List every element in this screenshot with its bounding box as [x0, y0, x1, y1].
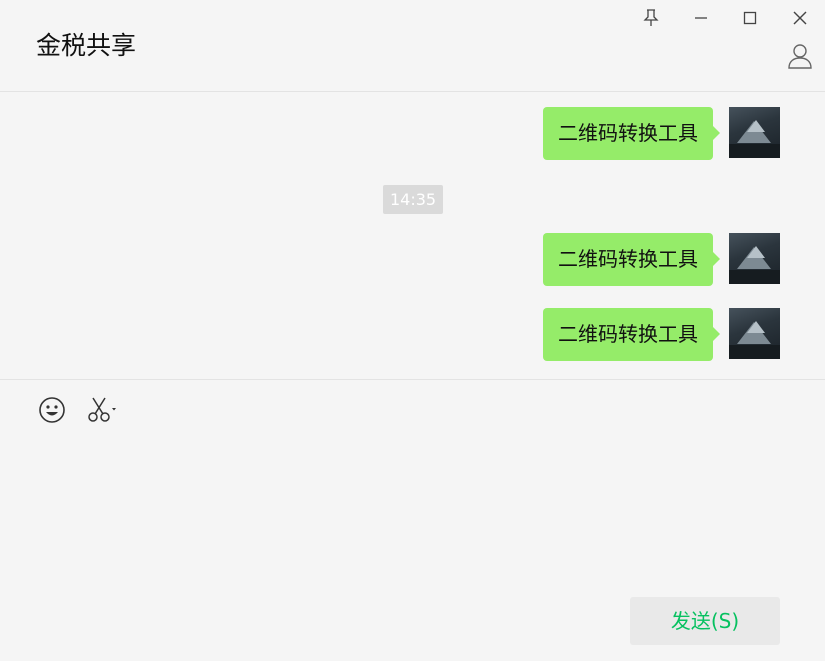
- pin-button[interactable]: [634, 4, 668, 32]
- maximize-button[interactable]: [733, 4, 767, 32]
- message-timestamp: 14:35: [383, 185, 444, 214]
- chat-header: 金税共享: [0, 0, 825, 92]
- emoji-icon: [38, 396, 66, 428]
- message-row: 二维码转换工具: [543, 308, 780, 361]
- avatar[interactable]: [729, 107, 780, 158]
- emoji-button[interactable]: [38, 396, 66, 428]
- input-toolbar: [0, 379, 825, 423]
- message-row: 二维码转换工具: [543, 233, 780, 286]
- close-button[interactable]: [783, 4, 817, 32]
- minimize-button[interactable]: [684, 4, 718, 32]
- pin-icon: [643, 9, 659, 27]
- screenshot-button[interactable]: [87, 396, 119, 428]
- message-row: 二维码转换工具: [543, 107, 780, 160]
- message-bubble[interactable]: 二维码转换工具: [543, 107, 720, 160]
- profile-icon: [786, 42, 814, 74]
- profile-button[interactable]: [784, 42, 816, 74]
- avatar[interactable]: [729, 308, 780, 359]
- message-input[interactable]: [0, 440, 825, 590]
- message-bubble[interactable]: 二维码转换工具: [543, 233, 720, 286]
- chat-window: 金税共享 二维码转换工具 14:35 二维码转换工具 二维码转换工具 发送(S): [0, 0, 825, 661]
- avatar[interactable]: [729, 233, 780, 284]
- scissors-icon: [87, 396, 119, 428]
- message-bubble[interactable]: 二维码转换工具: [543, 308, 720, 361]
- maximize-icon: [743, 11, 757, 25]
- minimize-icon: [694, 11, 708, 25]
- chat-title: 金税共享: [36, 31, 137, 60]
- message-list: 二维码转换工具 14:35 二维码转换工具 二维码转换工具: [0, 93, 825, 379]
- send-button[interactable]: 发送(S): [630, 597, 780, 645]
- close-icon: [793, 11, 807, 25]
